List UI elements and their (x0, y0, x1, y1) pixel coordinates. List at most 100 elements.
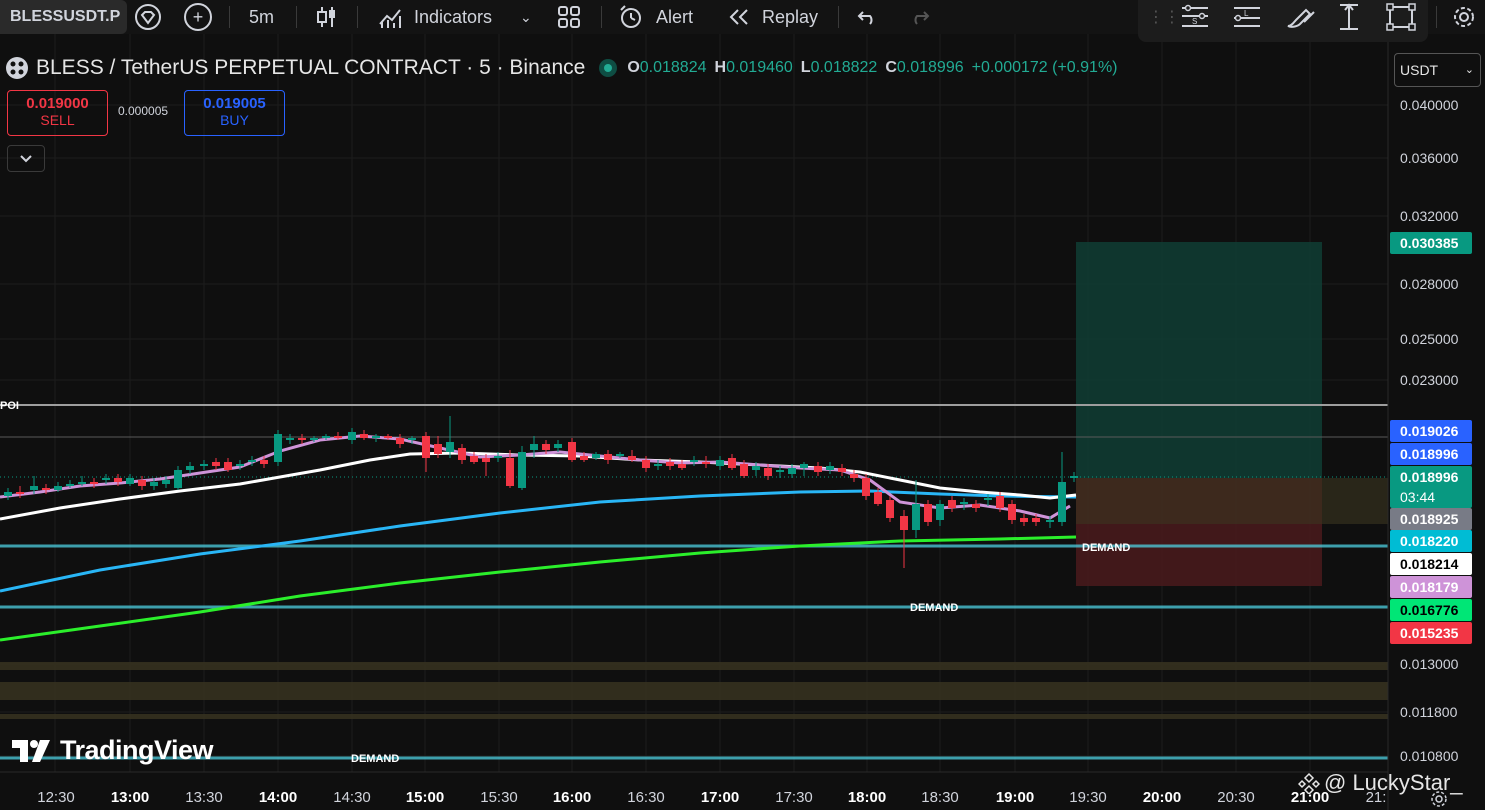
fib-retracement-icon[interactable]: S (1180, 0, 1210, 34)
candle-body[interactable] (186, 466, 194, 470)
candle-body[interactable] (30, 486, 38, 490)
candle-body[interactable] (530, 444, 538, 450)
candle-body[interactable] (960, 502, 968, 504)
candle-body[interactable] (506, 458, 514, 486)
candle-body[interactable] (690, 460, 698, 462)
candle-body[interactable] (90, 482, 98, 484)
candle-body[interactable] (814, 466, 822, 472)
candle-body[interactable] (568, 442, 576, 460)
candle-body[interactable] (138, 480, 146, 486)
candle-body[interactable] (260, 460, 268, 464)
vertical-measure-icon[interactable] (1336, 0, 1362, 34)
candle-body[interactable] (518, 452, 526, 488)
candle-body[interactable] (996, 496, 1004, 508)
candle-body[interactable] (850, 474, 858, 478)
candle-body[interactable] (334, 436, 342, 438)
candle-body[interactable] (78, 482, 86, 484)
candle-body[interactable] (54, 486, 62, 490)
redo-icon[interactable] (908, 0, 930, 34)
candle-body[interactable] (984, 498, 992, 500)
candle-body[interactable] (800, 464, 808, 468)
candle-body[interactable] (1058, 482, 1066, 522)
candle-body[interactable] (348, 432, 356, 440)
buy-button[interactable]: 0.019005 BUY (184, 90, 285, 136)
candle-body[interactable] (826, 466, 834, 470)
candle-body[interactable] (422, 436, 430, 458)
candle-body[interactable] (298, 438, 306, 440)
candle-body[interactable] (702, 462, 710, 464)
candle-body[interactable] (126, 478, 134, 484)
candle-body[interactable] (948, 500, 956, 508)
candle-body[interactable] (912, 504, 920, 530)
alert-button[interactable]: Alert (618, 0, 693, 34)
candle-body[interactable] (200, 464, 208, 466)
candle-body[interactable] (4, 492, 12, 496)
candle-body[interactable] (162, 480, 170, 484)
settings-gear-icon[interactable] (1451, 0, 1477, 34)
candle-body[interactable] (66, 484, 74, 486)
candle-body[interactable] (248, 460, 256, 462)
drag-handle-icon[interactable]: ⋮⋮ (1148, 0, 1180, 34)
candle-body[interactable] (788, 468, 796, 474)
axis-settings-icon[interactable] (1430, 790, 1448, 810)
candle-body[interactable] (446, 442, 454, 452)
layouts-grid-icon[interactable] (557, 0, 581, 34)
candle-body[interactable] (972, 504, 980, 508)
candle-body[interactable] (1070, 476, 1078, 478)
candle-body[interactable] (224, 462, 232, 470)
candle-body[interactable] (384, 436, 392, 438)
candle-body[interactable] (372, 436, 380, 438)
candle-body[interactable] (728, 458, 736, 468)
candle-body[interactable] (360, 434, 368, 438)
candle-body[interactable] (900, 516, 908, 530)
target-zone[interactable] (1076, 242, 1322, 478)
candle-body[interactable] (470, 456, 478, 462)
candle-body[interactable] (1046, 520, 1054, 522)
candle-body[interactable] (752, 466, 760, 470)
candle-body[interactable] (322, 436, 330, 438)
candle-body[interactable] (458, 448, 466, 460)
candle-body[interactable] (16, 492, 24, 494)
candle-body[interactable] (482, 458, 490, 462)
market-status-icon[interactable] (599, 59, 618, 77)
candle-body[interactable] (628, 456, 636, 460)
candle-body[interactable] (274, 434, 282, 462)
candle-body[interactable] (542, 444, 550, 450)
replay-button[interactable]: Replay (728, 0, 818, 34)
horizontal-levels-icon[interactable]: L (1232, 0, 1262, 34)
candle-body[interactable] (1020, 518, 1028, 522)
candle-body[interactable] (642, 460, 650, 468)
currency-select[interactable]: USDT ⌄ (1394, 53, 1481, 87)
candle-body[interactable] (874, 492, 882, 504)
candle-body[interactable] (114, 478, 122, 482)
candle-body[interactable] (604, 454, 612, 460)
candle-body[interactable] (678, 464, 686, 468)
candle-body[interactable] (174, 470, 182, 488)
candle-body[interactable] (434, 444, 442, 454)
undo-icon[interactable] (857, 0, 879, 34)
symbol-search[interactable]: BLESSUSDT.P (0, 0, 127, 34)
brush-icon[interactable] (1284, 0, 1316, 34)
candle-body[interactable] (862, 478, 870, 496)
candle-body[interactable] (286, 438, 294, 440)
candle-body[interactable] (494, 456, 502, 458)
candle-body[interactable] (666, 462, 674, 466)
candle-body[interactable] (150, 482, 158, 486)
candle-body[interactable] (42, 488, 50, 490)
candle-body[interactable] (580, 456, 588, 460)
collapse-legend-button[interactable] (7, 145, 45, 172)
candle-body[interactable] (408, 438, 416, 440)
chevron-down-icon[interactable]: ⌄ (520, 0, 532, 34)
candle-body[interactable] (1032, 518, 1040, 522)
candle-body[interactable] (592, 454, 600, 458)
indicators-button[interactable]: Indicators (378, 0, 492, 34)
candle-body[interactable] (102, 478, 110, 480)
symbol-legend[interactable]: BLESS / TetherUS PERPETUAL CONTRACT · 5 … (6, 54, 1126, 82)
candle-body[interactable] (776, 470, 784, 472)
candle-body[interactable] (838, 468, 846, 472)
timeframe-button[interactable]: 5m (249, 0, 274, 34)
sell-button[interactable]: 0.019000 SELL (7, 90, 108, 136)
candle-body[interactable] (396, 438, 404, 444)
candle-body[interactable] (654, 464, 662, 466)
candle-body[interactable] (1008, 504, 1016, 520)
